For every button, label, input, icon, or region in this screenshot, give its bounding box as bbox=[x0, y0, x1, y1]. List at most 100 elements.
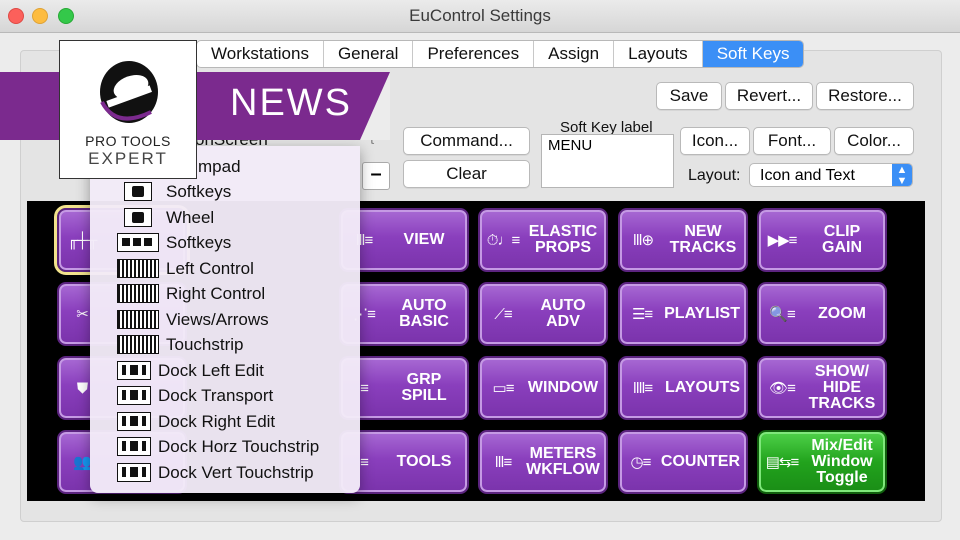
menu-item-label: Dock Left Edit bbox=[158, 360, 264, 380]
soft-key-label: GRP SPILL bbox=[401, 371, 447, 404]
font-button[interactable]: Font... bbox=[753, 127, 831, 155]
clear-button[interactable]: Clear bbox=[403, 160, 530, 188]
brand-line-1: PRO TOOLS bbox=[85, 133, 171, 149]
fader-bank-icon bbox=[117, 335, 159, 354]
tab-preferences[interactable]: Preferences bbox=[413, 41, 535, 67]
menu-item-label: Dock Transport bbox=[158, 386, 274, 405]
camera-device-icon bbox=[124, 207, 152, 227]
soft-key-icon: ⏱♩≡ bbox=[486, 231, 520, 249]
dock-icon bbox=[117, 462, 151, 482]
brand-line-2: EXPERT bbox=[88, 149, 168, 168]
soft-key-counter[interactable]: ◷≡ COUNTER bbox=[618, 430, 748, 494]
device-dropdown-menu: onScreen mpad SoftkeysWheelSoftkeysLeft … bbox=[90, 130, 360, 493]
menu-item-dock-left-edit[interactable]: Dock Left Edit bbox=[90, 358, 360, 383]
save-button[interactable]: Save bbox=[656, 82, 722, 110]
command-button[interactable]: Command... bbox=[403, 127, 530, 155]
tab-workstations[interactable]: Workstations bbox=[197, 41, 324, 67]
soft-key-mix-edit-window-toggle[interactable]: ▤⇆≡ Mix/Edit Window Toggle bbox=[757, 430, 887, 494]
settings-tabs: Workstations General Preferences Assign Layo… bbox=[196, 40, 805, 68]
soft-key-icon: ☰≡ bbox=[631, 306, 653, 323]
soft-key-auto-adv[interactable]: ⟋≡ AUTO ADV bbox=[478, 282, 608, 346]
soft-key-label: ELASTIC PROPS bbox=[528, 223, 598, 256]
soft-key-label: METERS WKFLOW bbox=[526, 445, 600, 478]
camera-device-icon bbox=[124, 182, 152, 201]
menu-item-touchstrip[interactable]: Touchstrip bbox=[90, 332, 360, 357]
softkey-label-field[interactable]: MENU bbox=[541, 134, 674, 188]
fader-bank-icon bbox=[117, 284, 159, 303]
soft-key-icon: 🔍≡ bbox=[769, 306, 795, 323]
menu-item-views-arrows[interactable]: Views/Arrows bbox=[90, 307, 360, 332]
color-button[interactable]: Color... bbox=[834, 127, 914, 155]
menu-item-label: Dock Horz Touchstrip bbox=[158, 437, 320, 456]
menu-item-label: Dock Right Edit bbox=[158, 411, 276, 431]
chevron-updown-icon: ▲ ▼ bbox=[892, 164, 912, 187]
menu-item-right-control[interactable]: Right Control bbox=[90, 281, 360, 306]
dock-icon bbox=[117, 360, 151, 380]
soft-key-label: AUTO ADV bbox=[540, 297, 586, 330]
soft-key-zoom[interactable]: 🔍≡ ZOOM bbox=[757, 282, 887, 346]
soft-key-playlist[interactable]: ☰≡ PLAYLIST bbox=[618, 282, 748, 346]
layout-select-value: Icon and Text bbox=[760, 167, 855, 184]
menu-item-dock-transport[interactable]: Dock Transport bbox=[90, 383, 360, 408]
layout-select[interactable]: Icon and Text ▲ ▼ bbox=[749, 163, 913, 187]
soft-key-icon: ▤⇆≡ bbox=[765, 454, 800, 471]
fader-bank-icon bbox=[117, 258, 159, 278]
menu-item-label: Right Control bbox=[166, 284, 266, 303]
soft-key-label: VIEW bbox=[403, 231, 445, 248]
menu-item-dock-horz-touchstrip[interactable]: Dock Horz Touchstrip bbox=[90, 434, 360, 459]
soft-key-label: COUNTER bbox=[660, 453, 740, 470]
menu-item-softkeys[interactable]: Softkeys bbox=[90, 230, 360, 255]
soft-key-icon: ǀǀǀ≡ bbox=[494, 453, 512, 471]
soft-key-elastic-props[interactable]: ⏱♩≡ ELASTIC PROPS bbox=[478, 208, 608, 272]
tab-assign[interactable]: Assign bbox=[534, 41, 615, 67]
soft-key-label: AUTO BASIC bbox=[399, 297, 449, 330]
soft-key-label: Mix/Edit Window Toggle bbox=[811, 437, 873, 486]
dock-icon bbox=[117, 386, 151, 405]
menu-item-label: Left Control bbox=[166, 258, 254, 278]
soft-key-window[interactable]: ▭≡ WINDOW bbox=[478, 356, 608, 420]
menu-item-wheel[interactable]: Wheel bbox=[90, 205, 360, 230]
menu-item-label: Softkeys bbox=[166, 182, 232, 201]
restore-button[interactable]: Restore... bbox=[816, 82, 914, 110]
menu-item-label: Softkeys bbox=[166, 233, 232, 252]
dock-icon bbox=[117, 437, 151, 456]
soft-key-icon: ◷≡ bbox=[630, 454, 652, 471]
soft-key-new-tracks[interactable]: ǀǀǀ⊕ NEW TRACKS bbox=[618, 208, 748, 272]
menu-item-left-control[interactable]: Left Control bbox=[90, 256, 360, 281]
title-bar: EuControl Settings bbox=[0, 0, 960, 33]
soft-key-meters-wkflow[interactable]: ǀǀǀ≡ METERS WKFLOW bbox=[478, 430, 608, 494]
brand-e-icon bbox=[100, 61, 158, 123]
dock-icon bbox=[117, 411, 151, 431]
window-title: EuControl Settings bbox=[409, 6, 551, 25]
icon-button[interactable]: Icon... bbox=[680, 127, 750, 155]
revert-button[interactable]: Revert... bbox=[725, 82, 813, 110]
menu-item-partial-2[interactable]: mpad bbox=[198, 157, 241, 177]
soft-key-clip-gain[interactable]: ▶▶≡ CLIP GAIN bbox=[757, 208, 887, 272]
menu-item-softkeys[interactable]: Softkeys bbox=[90, 179, 360, 204]
soft-key-label: ZOOM bbox=[818, 305, 866, 322]
soft-key-icon: ⟋≡ bbox=[494, 305, 512, 323]
layout-label: Layout: bbox=[688, 167, 741, 184]
soft-key-label: CLIP GAIN bbox=[822, 223, 862, 256]
soft-key-show-hide-tracks[interactable]: 👁≡ SHOW/ HIDE TRACKS bbox=[757, 356, 887, 420]
remove-button[interactable]: – bbox=[362, 162, 390, 190]
menu-item-label: Wheel bbox=[166, 207, 215, 227]
news-banner-text: NEWS bbox=[230, 82, 352, 124]
menu-item-dock-vert-touchstrip[interactable]: Dock Vert Touchstrip bbox=[90, 460, 360, 485]
menu-item-dock-right-edit[interactable]: Dock Right Edit bbox=[90, 409, 360, 434]
soft-key-icon: ǀǀǀ⊕ bbox=[632, 232, 654, 249]
soft-key-icon: ǀǀǀǀ≡ bbox=[632, 379, 653, 397]
tab-general[interactable]: General bbox=[324, 41, 414, 67]
menu-item-label: Touchstrip bbox=[166, 335, 244, 354]
soft-key-label: WINDOW bbox=[527, 379, 599, 396]
tab-layouts[interactable]: Layouts bbox=[614, 41, 703, 67]
tab-soft-keys[interactable]: Soft Keys bbox=[702, 41, 804, 67]
soft-key-label: LAYOUTS bbox=[665, 379, 740, 396]
soft-key-label: NEW TRACKS bbox=[669, 223, 737, 256]
soft-key-icon: 👁≡ bbox=[769, 380, 796, 397]
fader-bank-icon bbox=[117, 309, 159, 329]
soft-key-layouts[interactable]: ǀǀǀǀ≡ LAYOUTS bbox=[618, 356, 748, 420]
soft-key-label: PLAYLIST bbox=[664, 305, 740, 322]
menu-item-label: Dock Vert Touchstrip bbox=[158, 462, 314, 482]
menu-item-label: Views/Arrows bbox=[166, 309, 269, 329]
